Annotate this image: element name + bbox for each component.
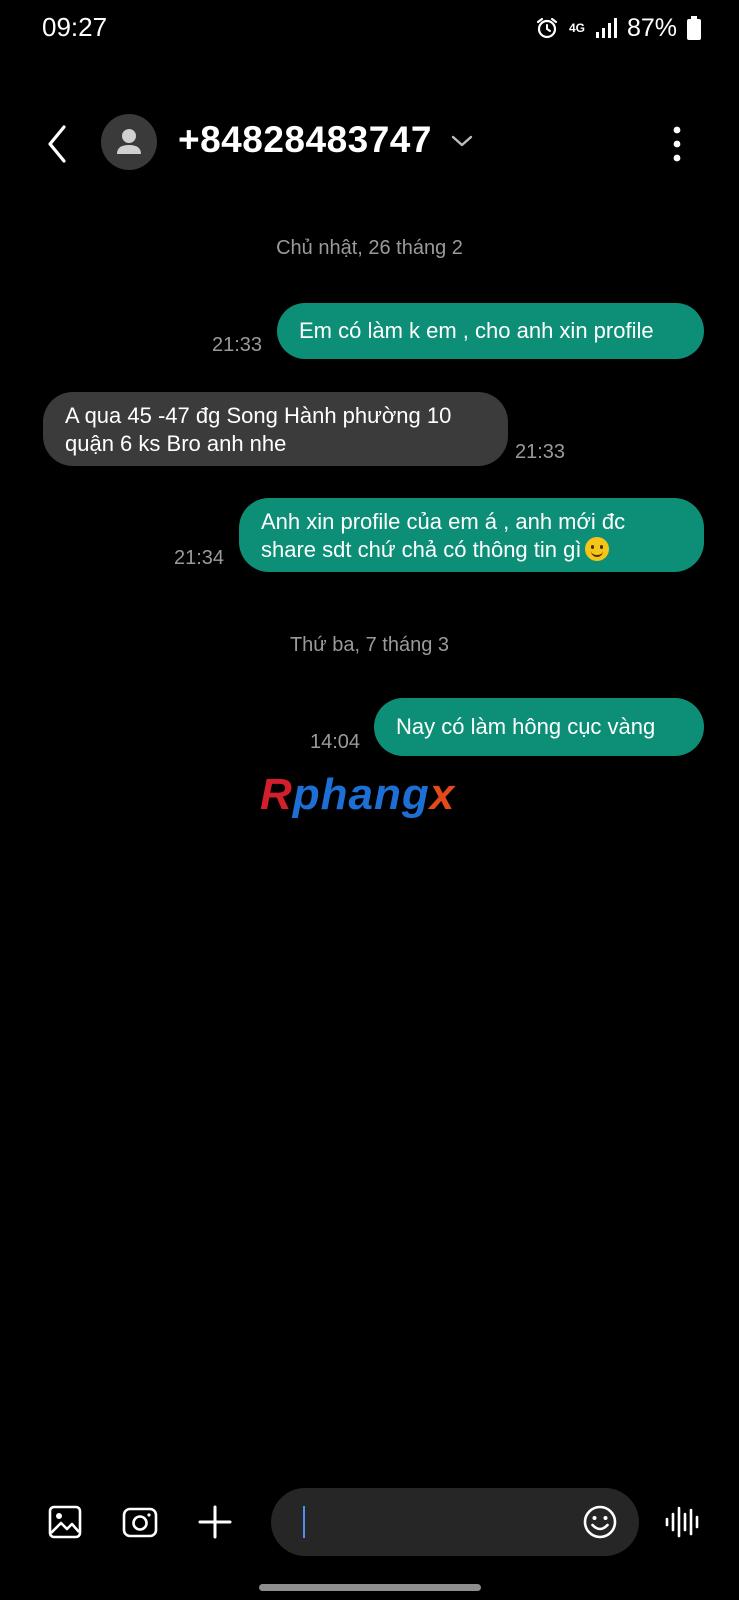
conversation-header: +84828483747 bbox=[0, 105, 739, 183]
outgoing-message[interactable]: Em có làm k em , cho anh xin profile bbox=[277, 303, 704, 359]
gallery-icon bbox=[48, 1505, 82, 1539]
gallery-button[interactable] bbox=[45, 1502, 85, 1542]
alarm-icon bbox=[536, 17, 558, 39]
message-time: 14:04 bbox=[310, 731, 361, 753]
watermark-logo: Rphangx bbox=[260, 770, 456, 819]
status-bar: 09:27 4G 87% bbox=[0, 0, 739, 56]
voice-waveform-icon bbox=[665, 1506, 699, 1538]
back-button[interactable] bbox=[40, 119, 76, 169]
battery-icon bbox=[687, 16, 701, 40]
camera-icon bbox=[122, 1507, 158, 1538]
network-type-4g: 4G bbox=[568, 21, 585, 35]
more-vert-icon bbox=[673, 126, 681, 162]
signal-icon bbox=[595, 18, 617, 38]
message-input-field[interactable] bbox=[271, 1488, 639, 1556]
contact-name[interactable]: +84828483747 bbox=[178, 119, 432, 161]
smiling-face-emoji-icon bbox=[585, 537, 610, 561]
emoji-button[interactable] bbox=[581, 1503, 621, 1543]
navigation-gesture-handle[interactable] bbox=[259, 1584, 481, 1591]
date-separator: Chủ nhật, 26 tháng 2 bbox=[276, 237, 463, 259]
status-icons: 4G 87% bbox=[535, 12, 701, 44]
date-separator: Thứ ba, 7 tháng 3 bbox=[289, 634, 450, 656]
attach-button[interactable] bbox=[195, 1502, 235, 1542]
message-text-line: A qua 45 -47 đg Song Hành phường 10 bbox=[65, 403, 452, 428]
message-text-line: Anh xin profile của em á , anh mới đc bbox=[261, 509, 626, 534]
message-time: 21:33 bbox=[212, 334, 263, 356]
message-time: 21:33 bbox=[515, 441, 566, 463]
message-text: Nay có làm hông cục vàng bbox=[396, 714, 656, 739]
outgoing-message[interactable]: Nay có làm hông cục vàng bbox=[374, 698, 704, 756]
battery-percent: 87% bbox=[626, 13, 677, 42]
message-text-line: share sdt chứ chả có thông tin gì bbox=[261, 537, 582, 562]
camera-button[interactable] bbox=[120, 1502, 160, 1542]
message-time: 21:34 bbox=[174, 547, 225, 569]
voice-record-button[interactable] bbox=[663, 1502, 703, 1542]
message-input[interactable] bbox=[311, 1502, 575, 1544]
composer-bar bbox=[0, 1488, 739, 1556]
emoji-icon bbox=[583, 1505, 617, 1539]
back-icon bbox=[48, 125, 66, 163]
status-time: 09:27 bbox=[42, 12, 108, 42]
contact-avatar-icon bbox=[117, 129, 141, 154]
avatar[interactable] bbox=[101, 114, 157, 170]
chevron-down-icon bbox=[451, 135, 473, 147]
message-text-line: quận 6 ks Bro anh nhe bbox=[65, 431, 287, 456]
outgoing-message[interactable]: Anh xin profile của em á , anh mới đc sh… bbox=[239, 498, 704, 572]
text-cursor bbox=[303, 1506, 305, 1538]
more-options-button[interactable] bbox=[660, 123, 694, 165]
contact-details-toggle[interactable] bbox=[450, 129, 474, 153]
plus-icon bbox=[198, 1505, 232, 1539]
message-text: Em có làm k em , cho anh xin profile bbox=[299, 318, 654, 343]
incoming-message[interactable]: A qua 45 -47 đg Song Hành phường 10 quận… bbox=[43, 392, 508, 466]
